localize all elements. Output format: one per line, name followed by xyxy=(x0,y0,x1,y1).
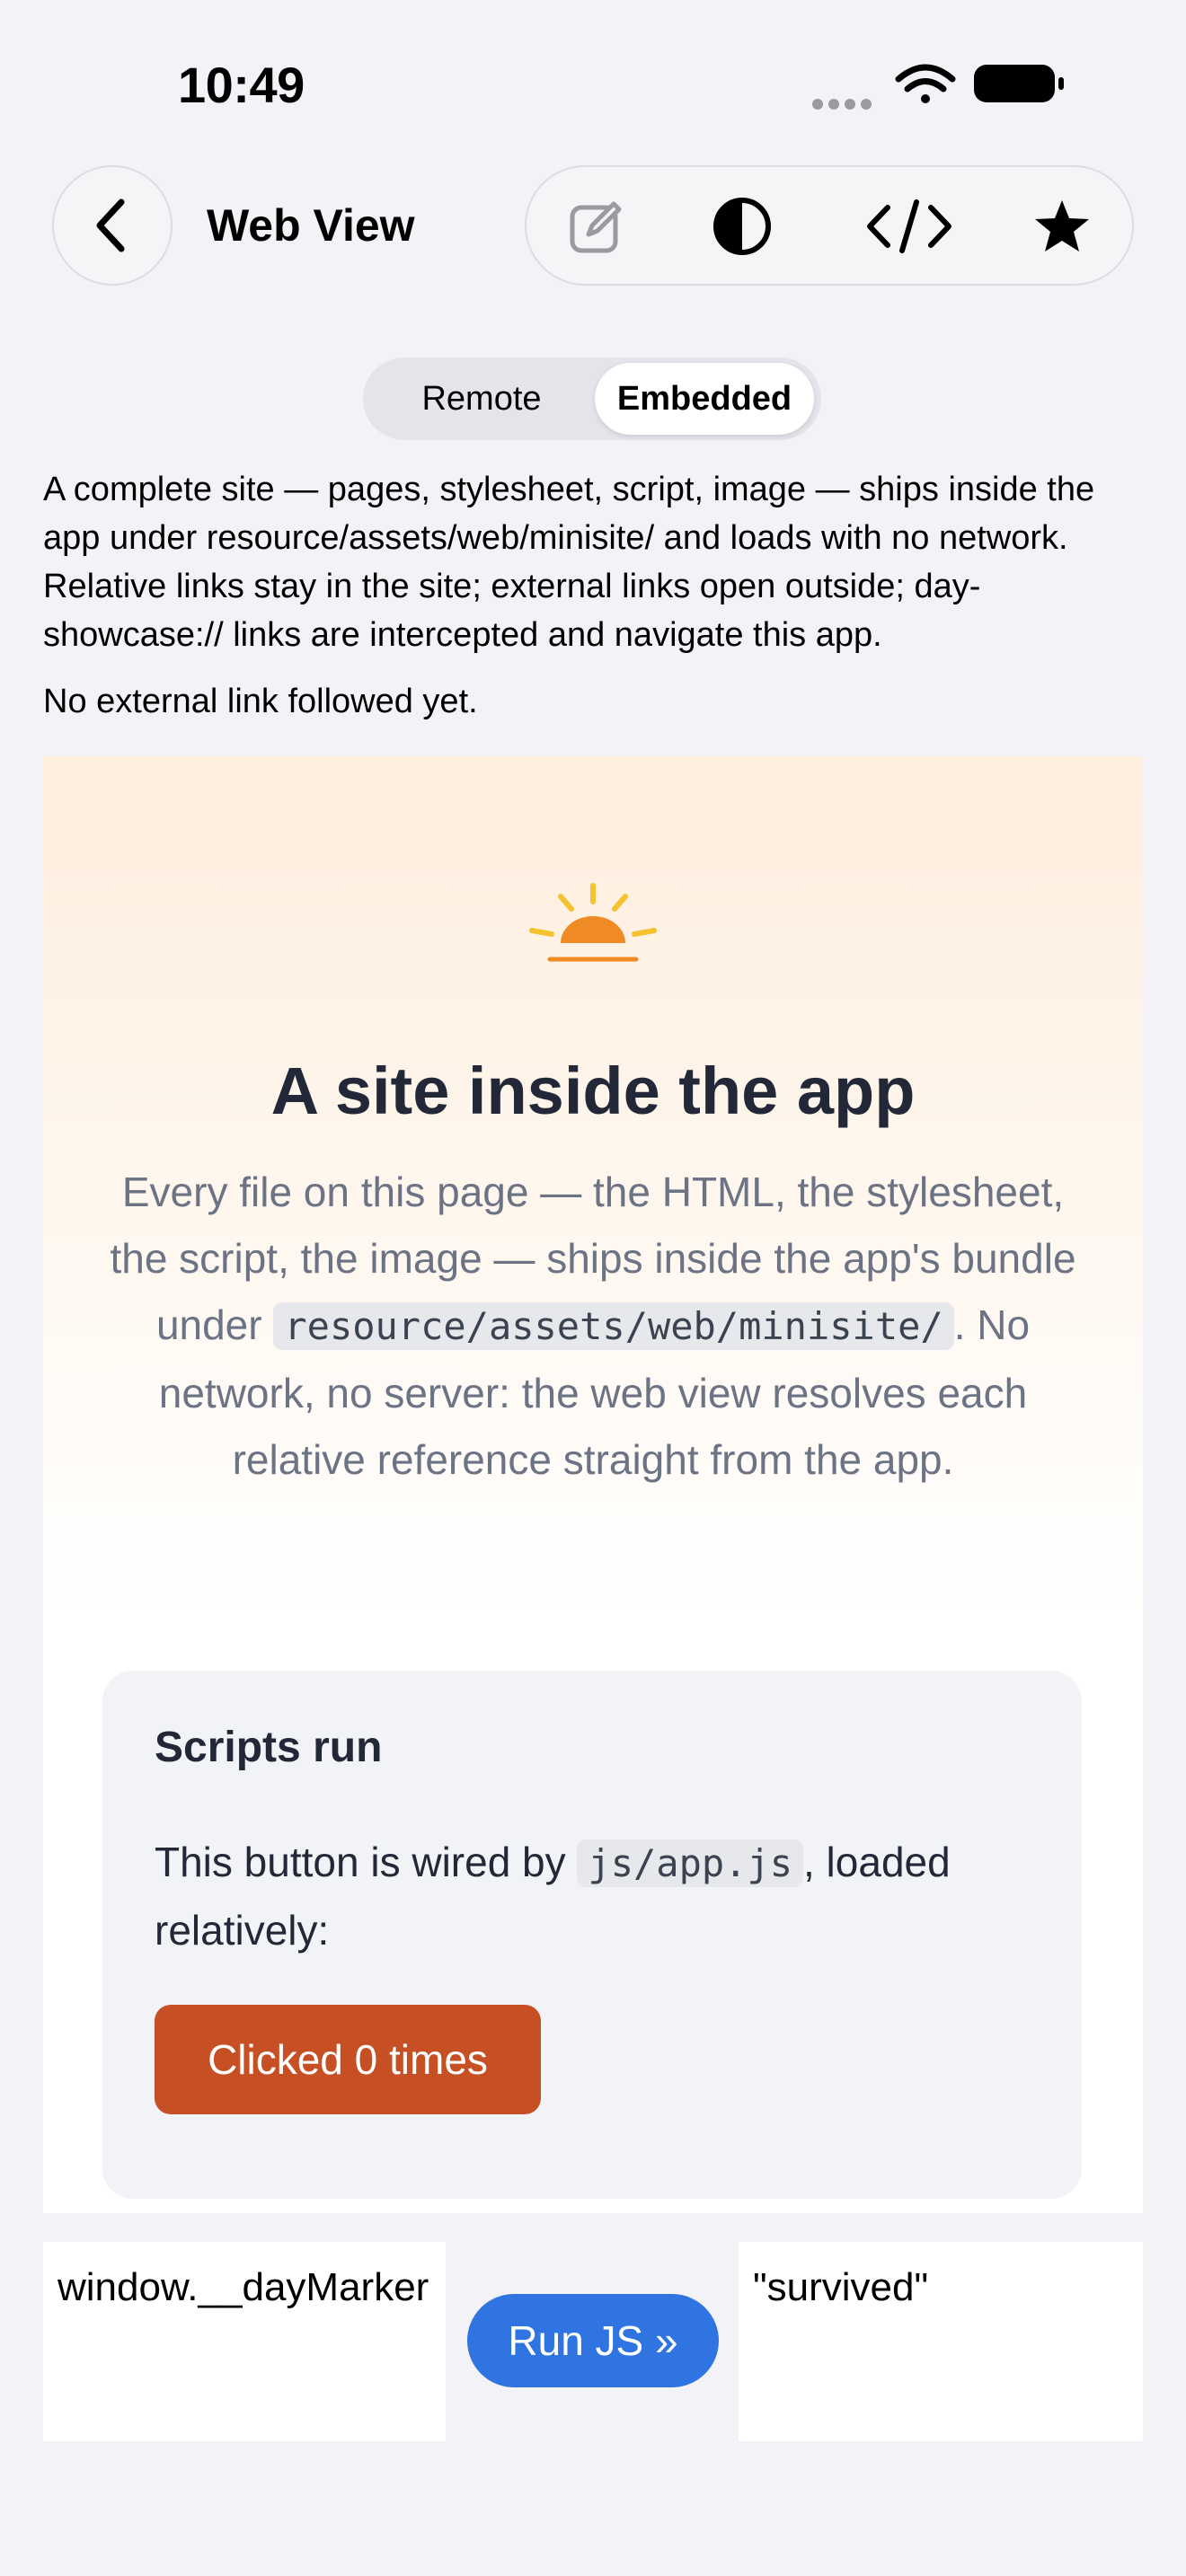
status-icons xyxy=(809,59,1078,113)
segment-remote[interactable]: Remote xyxy=(376,363,588,435)
run-js-button[interactable]: Run JS » xyxy=(467,2294,719,2387)
source-segmented-control: Remote Embedded xyxy=(363,357,821,440)
js-expression-field[interactable]: window.__dayMarker xyxy=(43,2242,446,2441)
edit-icon xyxy=(570,201,622,253)
minisite-path-code: resource/assets/web/minisite/ xyxy=(273,1302,954,1350)
external-link-status: No external link followed yet. xyxy=(43,683,478,720)
code-icon xyxy=(867,199,951,253)
sunrise-icon xyxy=(529,883,657,962)
scripts-card-text: This button is wired by js/app.js, loade… xyxy=(155,1839,951,1954)
battery-icon xyxy=(974,65,1064,102)
web-hero-title: A site inside the app xyxy=(270,1054,916,1128)
scripts-card: Scripts run This button is wired by js/a… xyxy=(102,1671,1082,2199)
toolbar xyxy=(525,165,1134,286)
page-title: Web View xyxy=(207,200,415,251)
web-hero-description: Every file on this page — the HTML, the … xyxy=(110,1169,1076,1483)
description-text: A complete site — pages, stylesheet, scr… xyxy=(43,471,1095,654)
segment-embedded[interactable]: Embedded xyxy=(595,363,814,435)
contrast-button[interactable] xyxy=(710,194,774,259)
signal-dots-icon xyxy=(812,99,872,110)
status-time: 10:49 xyxy=(178,57,305,113)
scripts-card-title: Scripts run xyxy=(155,1724,383,1771)
wifi-icon xyxy=(895,64,956,103)
chevron-left-icon xyxy=(96,198,125,252)
code-button[interactable] xyxy=(864,194,954,259)
app-js-code: js/app.js xyxy=(577,1839,803,1887)
favorite-button[interactable] xyxy=(1030,194,1094,259)
web-view[interactable]: A site inside the app Every file on this… xyxy=(43,756,1143,2213)
back-button[interactable] xyxy=(52,165,173,286)
contrast-icon xyxy=(713,198,771,255)
click-counter-button[interactable]: Clicked 0 times xyxy=(155,2005,541,2114)
star-icon xyxy=(1035,200,1089,251)
edit-button[interactable] xyxy=(564,194,629,259)
js-result-field: "survived" xyxy=(739,2242,1143,2441)
